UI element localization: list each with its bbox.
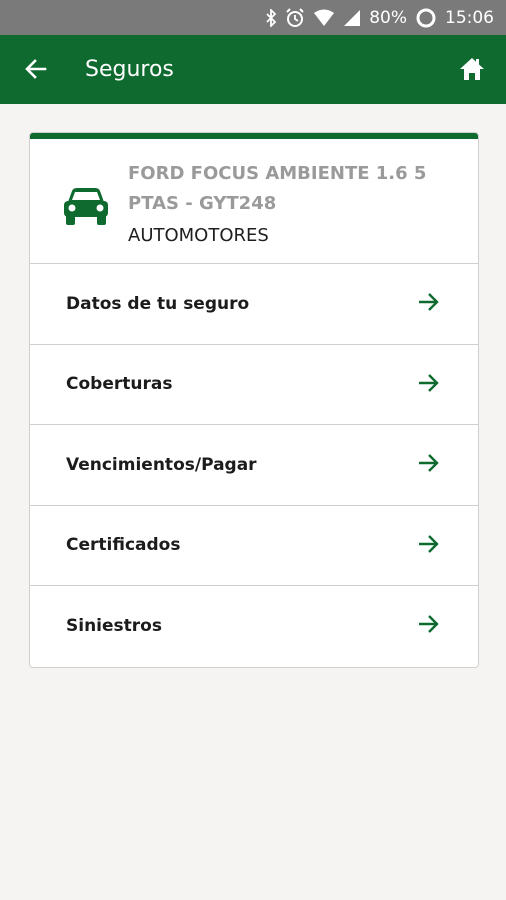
menu-item-certificados[interactable]: Certificados bbox=[30, 506, 478, 586]
battery-text: 80% bbox=[369, 7, 407, 28]
clock-text: 15:06 bbox=[445, 7, 494, 28]
menu-item-label: Datos de tu seguro bbox=[66, 293, 250, 314]
wifi-icon bbox=[313, 9, 335, 27]
home-button[interactable] bbox=[452, 51, 492, 91]
arrow-right-icon bbox=[418, 453, 440, 477]
arrow-right-icon bbox=[418, 373, 440, 397]
menu-item-label: Siniestros bbox=[66, 616, 162, 637]
signal-icon bbox=[343, 9, 361, 27]
vehicle-type: AUTOMOTORES bbox=[128, 225, 269, 246]
arrow-right-icon bbox=[418, 534, 440, 558]
arrow-left-icon bbox=[25, 59, 47, 83]
car-icon bbox=[63, 187, 109, 231]
policy-card: FORD FOCUS AMBIENTE 1.6 5 PTAS - GYT248 … bbox=[29, 132, 479, 668]
menu-item-label: Certificados bbox=[66, 535, 181, 556]
home-icon bbox=[459, 57, 485, 85]
status-bar: 80% 15:06 bbox=[0, 0, 506, 35]
arrow-right-icon bbox=[418, 292, 440, 316]
bluetooth-icon bbox=[265, 8, 277, 27]
menu-item-label: Coberturas bbox=[66, 374, 173, 395]
vehicle-header: FORD FOCUS AMBIENTE 1.6 5 PTAS - GYT248 … bbox=[30, 139, 478, 264]
menu-item-datos-seguro[interactable]: Datos de tu seguro bbox=[30, 264, 478, 345]
page-title: Seguros bbox=[85, 57, 174, 82]
back-button[interactable] bbox=[16, 51, 56, 91]
arrow-right-icon bbox=[418, 614, 440, 638]
battery-icon bbox=[415, 7, 437, 29]
vehicle-name: FORD FOCUS AMBIENTE 1.6 5 PTAS - GYT248 bbox=[128, 163, 427, 214]
menu-item-coberturas[interactable]: Coberturas bbox=[30, 345, 478, 425]
menu-item-siniestros[interactable]: Siniestros bbox=[30, 586, 478, 667]
app-bar: Seguros bbox=[0, 35, 506, 104]
alarm-icon bbox=[285, 7, 305, 28]
menu-item-label: Vencimientos/Pagar bbox=[66, 454, 257, 475]
menu-item-vencimientos-pagar[interactable]: Vencimientos/Pagar bbox=[30, 425, 478, 506]
